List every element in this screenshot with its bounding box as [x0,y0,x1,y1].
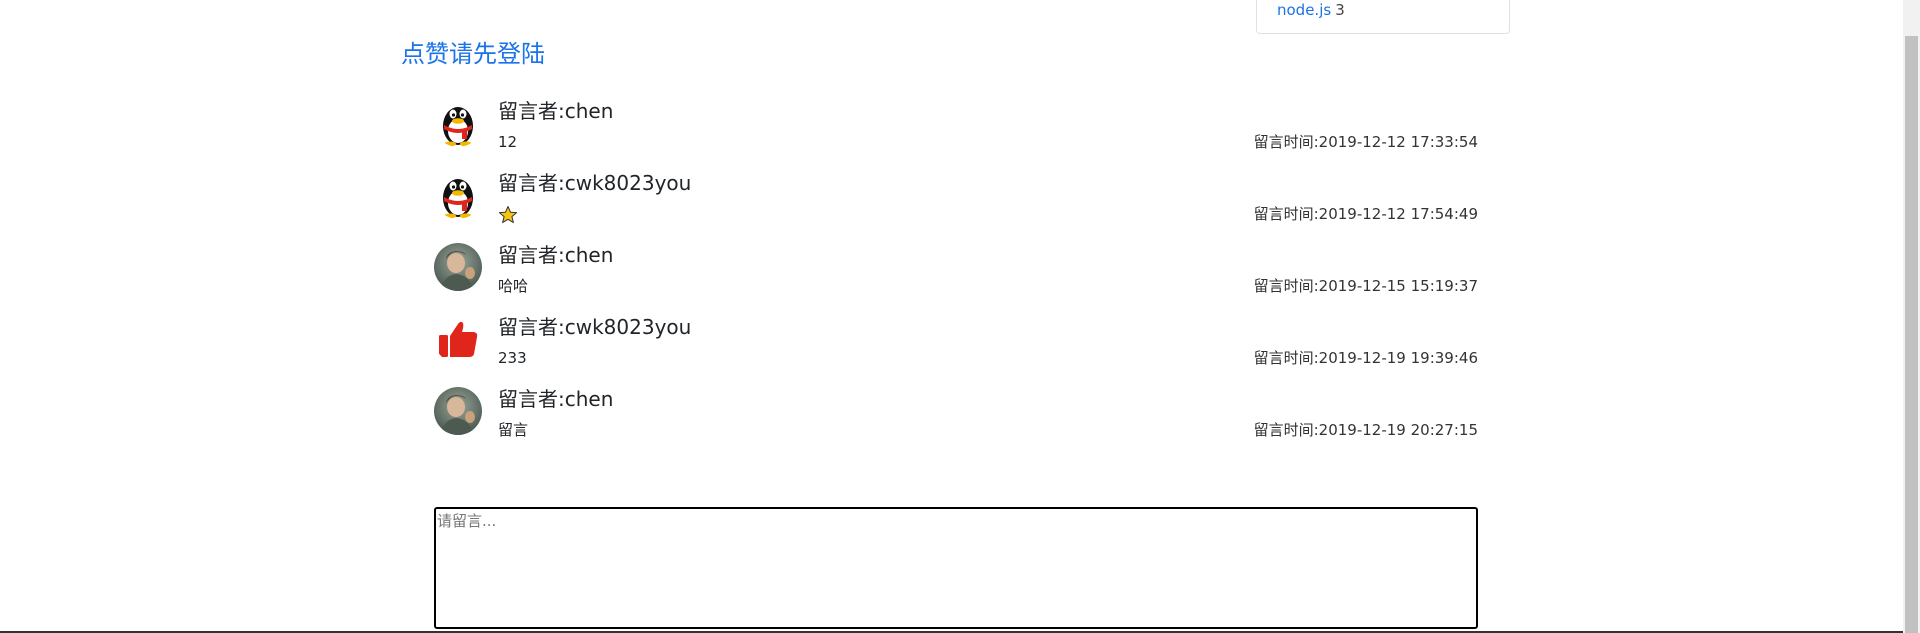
comment-item: 留言者:chen 留言 留言时间:2019-12-19 20:27:15 [434,384,1478,456]
star-icon [498,205,518,225]
qq-penguin-icon [434,99,482,147]
comment-time: 留言时间:2019-12-12 17:54:49 [1253,205,1478,223]
comment-input[interactable] [434,507,1478,629]
comment-item: 留言者:cwk8023you 233 留言时间:2019-12-19 19:39… [434,312,1478,384]
comment-time: 留言时间:2019-12-19 19:39:46 [1253,349,1478,367]
comment-author: 留言者:chen [498,387,614,411]
comment-item: 留言者:cwk8023you 留言时间:2019-12-12 17:54:49 [434,168,1478,240]
comment-content: 12 [498,133,518,151]
scrollbar-thumb[interactable] [1905,36,1918,633]
tag-link-nodejs[interactable]: node.js [1277,1,1331,19]
comment-time: 留言时间:2019-12-12 17:33:54 [1253,133,1478,151]
login-to-like-link[interactable]: 点赞请先登陆 [401,38,545,70]
comment-item: 留言者:chen 哈哈 留言时间:2019-12-15 15:19:37 [434,240,1478,312]
tag-card: node.js 3 [1256,0,1510,34]
tag-item: node.js 3 [1277,0,1345,20]
comment-content: 留言 [498,421,529,439]
thumbs-up-icon [434,315,482,363]
page-scrollbar[interactable] [1903,0,1920,633]
comment-time: 留言时间:2019-12-19 20:27:15 [1253,421,1478,439]
comment-author: 留言者:chen [498,243,614,267]
user-photo-avatar [434,387,482,435]
comment-author: 留言者:chen [498,99,614,123]
comment-author: 留言者:cwk8023you [498,171,692,195]
comment-content: 哈哈 [498,277,529,295]
comment-list: 留言者:chen 12 留言时间:2019-12-12 17:33:54 留言者… [434,96,1478,456]
tag-count: 3 [1335,1,1345,19]
comment-content: 233 [498,349,527,367]
qq-penguin-icon [434,171,482,219]
comment-time: 留言时间:2019-12-15 15:19:37 [1253,277,1478,295]
comment-content [498,204,518,225]
comment-author: 留言者:cwk8023you [498,315,692,339]
user-photo-avatar [434,243,482,291]
comment-item: 留言者:chen 12 留言时间:2019-12-12 17:33:54 [434,96,1478,168]
page: node.js 3 点赞请先登陆 留言者:chen 12 留言时间:2019-1… [0,0,1920,633]
